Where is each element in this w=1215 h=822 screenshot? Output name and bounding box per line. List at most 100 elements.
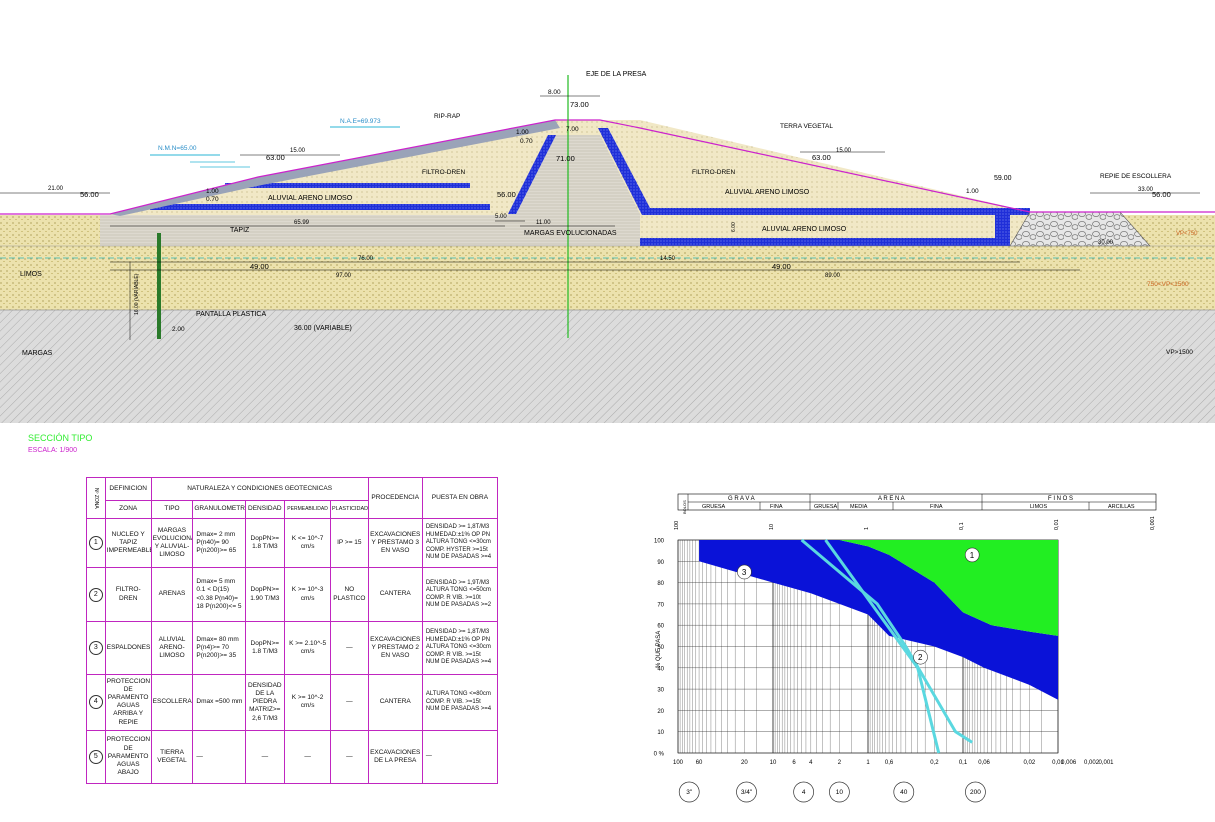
zone-number-circle: 3 (88, 640, 103, 655)
row-number-cell: 4 (86, 674, 106, 731)
cell-puesta: ALTURA TONG <=80cm COMP. R VIB. >=15t NU… (421, 674, 499, 731)
crest-width-label: 8.00 (548, 89, 561, 96)
y-tick-label: 10 (657, 730, 664, 736)
header-fina-1: FINA (770, 504, 783, 510)
pantalla-label: PANTALLA PLASTICA (196, 311, 266, 318)
series-label: 2 (918, 653, 923, 662)
sieve-label: 200 (970, 789, 981, 796)
zone-number-circle: 1 (88, 536, 103, 551)
cell-proc: CANTERA (367, 567, 423, 622)
core-top-elev-label: 71.00 (556, 154, 575, 163)
cell-tipo: ALUVIAL ARENO-LIMOSO (150, 620, 194, 676)
dim-76: 76.00 (358, 256, 374, 262)
dim-070-a: 0.70 (520, 138, 533, 145)
tapiz-label: TAPIZ (230, 227, 250, 234)
x-tick-label: 0,02 (1024, 760, 1036, 766)
sieve-label: 10 (836, 789, 844, 796)
margas-label: MARGAS (22, 350, 53, 357)
row-number-cell: 3 (86, 620, 106, 676)
dim-63-left: 63.00 (266, 153, 285, 162)
x-tick-label: 6 (792, 760, 796, 766)
y-tick-label: 80 (657, 581, 664, 587)
vp-small-label: VP<750 (1176, 231, 1198, 237)
cell-tipo: ARENAS (150, 567, 194, 622)
y-tick-label: 70 (657, 602, 664, 608)
dim-16-variable: 16.00 (VARIABLE) (134, 273, 140, 315)
dim-1-a: 1.00 (516, 129, 529, 136)
table-row: 4 PROTECCION DE PARAMENTO AGUAS ARRIBA Y … (86, 674, 499, 731)
granulometry-chart: BOLOS G R A V A A R E N A F I N O S GRUE… (654, 493, 1157, 803)
dim-97: 97.00 (336, 273, 352, 279)
x-tick-label: 0,001 (1098, 760, 1114, 766)
cell-dens: — (244, 729, 286, 785)
cell-plast: — (330, 620, 369, 676)
x-axis-ticks: 100 60 20 10 6 4 2 1 0,6 0,2 0,1 0,06 0,02 0,010,006 0… (673, 760, 1114, 766)
x-axis-top-ticks: 100 10 1 0,1 0,01 0,001 (674, 516, 1156, 530)
margas-evol-label: MARGAS EVOLUCIONADAS (524, 230, 617, 237)
dim-14: 14.50 (660, 256, 676, 262)
dim-30: 30.00 (1098, 240, 1114, 246)
header-arcillas: ARCILLAS (1108, 504, 1135, 510)
cell-proc: EXCAVACIONES DE LA PRESA (367, 729, 423, 785)
x-top-tick-label: 100 (674, 521, 680, 530)
y-tick-label: 20 (657, 709, 664, 715)
cell-gran: Dmax =500 mm (192, 674, 246, 731)
dim-49-right: 49.00 (772, 262, 791, 271)
dim-36-variable: 36.00 (VARIABLE) (294, 325, 352, 332)
table-row: 2 FILTRO-DREN ARENAS Dmax= 5 mm 0.1 < D(15)… (86, 567, 499, 622)
table-row: 5 PROTECCION DE PARAMENTO AGUAS ABAJO TIER… (86, 729, 499, 785)
aluvial-right-bottom-label: ALUVIAL ARENO LIMOSO (762, 226, 847, 233)
dim-1-b: 1.00 (206, 188, 219, 195)
dim-56-right: 56.00 (1152, 190, 1171, 199)
x-tick-label: 2 (838, 760, 842, 766)
cell-tipo: TIERRA VEGETAL (150, 729, 194, 785)
cell-proc: CANTERA (367, 674, 423, 731)
cell-proc: EXCAVACIONES Y PRESTAMO 3 EN VASO (367, 518, 423, 569)
downstream-bottom-drain (640, 238, 1010, 246)
dim-070-b: 0.70 (206, 196, 219, 203)
x-tick-label: 0,06 (978, 760, 990, 766)
x-tick-label: 0,2 (930, 760, 939, 766)
sieve-label: 3/4" (741, 789, 753, 796)
geotechnical-table: Nº ZONA DEFINICION NATURALEZA Y CONDICIO… (86, 476, 499, 785)
x-tick-label: 0,1 (959, 760, 968, 766)
header-media: MEDIA (850, 504, 868, 510)
cell-perm: K <= 10^-7 cm/s (284, 518, 332, 569)
x-tick-label: 20 (741, 760, 748, 766)
nae-label: N.A.E=69.973 (340, 118, 381, 125)
x-tick-label: 4 (809, 760, 813, 766)
x-tick-label: 0,006 (1061, 760, 1077, 766)
head-nat: NATURALEZA Y CONDICIONES GEOTECNICAS (150, 477, 369, 501)
cell-dens: DopPN>= 1.8 T/M3 (244, 620, 286, 676)
core-top-width-label: 7.00 (566, 126, 579, 133)
aluvial-right-top-label: ALUVIAL ARENO LIMOSO (725, 189, 810, 196)
dim-6: 6.00 (731, 222, 737, 232)
limos-label: LIMOS (20, 271, 42, 278)
eje-label: EJE DE LA PRESA (586, 71, 647, 78)
dim-65: 65.99 (294, 220, 310, 226)
y-tick-label: 100 (654, 539, 665, 545)
header-arena: A R E N A (878, 496, 905, 502)
drawing-sheet: EJE DE LA PRESA 8.00 73.00 7.00 71.00 RI… (0, 0, 1215, 822)
dim-15-left: 15.00 (290, 148, 306, 154)
x-tick-label: 0,6 (885, 760, 894, 766)
head-dens: DENSIDAD (244, 499, 286, 520)
cell-plast: IP >= 15 (330, 518, 369, 569)
cell-zona: ESPALDONES (104, 620, 152, 676)
x-top-tick-label: 0,001 (1150, 516, 1156, 530)
cell-dens: DopPN>= 1.90 T/M3 (244, 567, 286, 622)
crest-elev-label: 73.00 (570, 100, 589, 109)
cell-zona: NUCLEO Y TAPIZ IMPERMEABLE (104, 518, 152, 569)
section-scale: ESCALA: 1/900 (28, 447, 77, 454)
pantalla-plastica (157, 233, 161, 339)
dim-56-mid: 56.00 (497, 190, 516, 199)
dim-56-left: 56.00 (80, 190, 99, 199)
dim-59: 59.00 (994, 175, 1012, 182)
cell-perm: K >= 2.10^-5 cm/s (284, 620, 332, 676)
dim-1-c: 1.00 (966, 188, 979, 195)
cell-zona: FILTRO-DREN (104, 567, 152, 622)
rip-rap-label: RIP-RAP (434, 113, 460, 120)
header-fina-2: FINA (930, 504, 943, 510)
x-tick-label: 100 (673, 760, 684, 766)
head-zona-num: Nº ZONA (86, 476, 106, 520)
